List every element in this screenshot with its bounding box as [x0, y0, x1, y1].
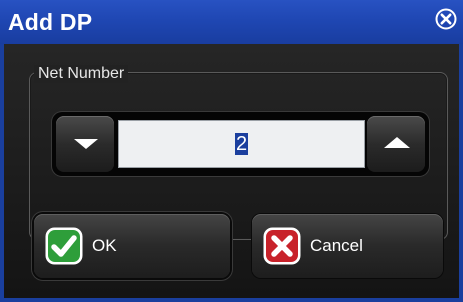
triangle-up-icon: [384, 137, 410, 148]
cancel-button[interactable]: Cancel: [252, 214, 443, 278]
ok-button[interactable]: OK: [34, 214, 230, 278]
add-dp-dialog: Add DP Net Number 2 OK Cancel: [0, 0, 463, 302]
decrement-button[interactable]: [56, 116, 114, 172]
increment-button[interactable]: [367, 116, 425, 172]
cancel-label: Cancel: [310, 236, 363, 255]
net-number-value: 2: [234, 133, 249, 155]
dialog-title: Add DP: [8, 9, 93, 35]
triangle-down-icon: [74, 139, 98, 149]
x-mark-icon: [263, 227, 301, 265]
net-number-field[interactable]: 2: [118, 120, 365, 168]
check-mark-icon: [45, 227, 83, 265]
ok-label: OK: [92, 236, 117, 255]
net-number-label: Net Number: [34, 65, 129, 83]
net-number-spinner: 2: [52, 112, 429, 176]
dialog-body: Net Number 2 OK Cancel: [4, 44, 459, 298]
close-circle-icon: [435, 8, 457, 30]
title-bar[interactable]: Add DP: [0, 0, 463, 44]
close-button[interactable]: [435, 8, 457, 30]
